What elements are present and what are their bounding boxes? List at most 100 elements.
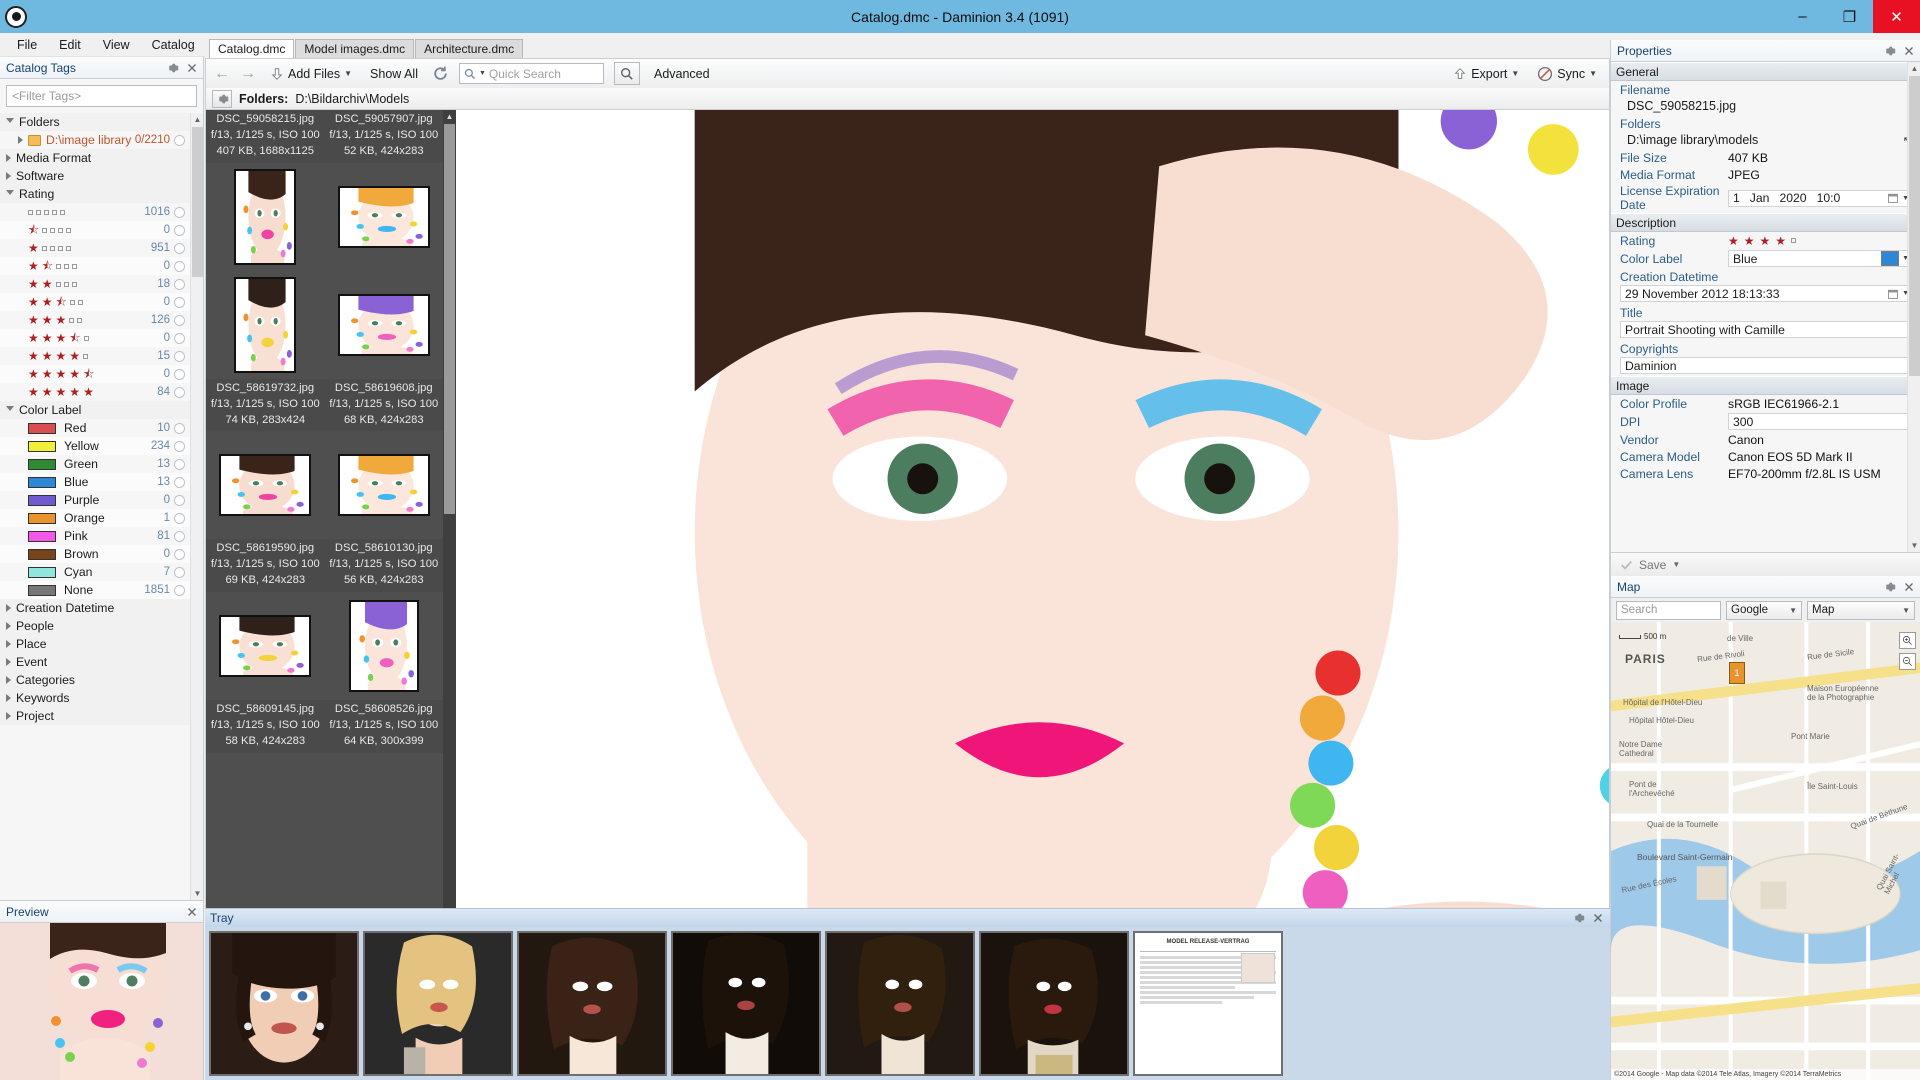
quick-search-input[interactable]: ▼ Quick Search [459,63,604,84]
thumbnail-cell[interactable] [206,271,325,379]
properties-scrollbar[interactable]: ▲ ▼ [1907,62,1920,552]
tree-section-media-format[interactable]: Media Format [0,149,190,167]
tab-model-images-dmc[interactable]: Model images.dmc [295,39,414,58]
color-label-row[interactable]: Pink81 [0,527,190,545]
gear-icon[interactable] [1571,911,1585,925]
tree-section-creation-datetime[interactable]: Creation Datetime [0,599,190,617]
close-icon[interactable] [1591,911,1605,925]
thumbnail-grid[interactable]: DSC_59058215.jpgf/13, 1/125 s, ISO 10040… [206,110,456,1039]
add-files-button[interactable]: Add Files ▼ [266,65,356,83]
tree-section-people[interactable]: People [0,617,190,635]
rating-row[interactable]: 1016 [0,203,190,221]
chevron-down-icon[interactable]: ▼ [479,70,486,77]
scroll-up-icon[interactable]: ▲ [191,113,203,126]
color-label-row[interactable]: Purple0 [0,491,190,509]
tree-item-folder[interactable]: D:\image library 0/2210 [0,131,190,149]
tree-section-project[interactable]: Project [0,707,190,725]
thumbnail-cell[interactable] [206,592,325,700]
close-icon[interactable] [1902,580,1916,594]
color-select-dot[interactable] [174,459,185,470]
gear-icon[interactable] [165,61,179,75]
rating-select-dot[interactable] [174,243,185,254]
tray-item[interactable] [825,931,975,1076]
license-date-field[interactable]: 1 Jan 2020 10:0 ▼ [1728,190,1914,207]
tab-catalog-dmc[interactable]: Catalog.dmc [209,39,294,58]
rating-select-dot[interactable] [174,315,185,326]
menu-edit[interactable]: Edit [48,36,92,54]
minimize-button[interactable]: – [1779,0,1826,33]
scroll-up-icon[interactable]: ▲ [443,110,456,123]
color-label-row[interactable]: Orange1 [0,509,190,527]
gear-icon[interactable] [1882,44,1896,58]
search-button[interactable] [614,62,640,85]
property-value[interactable]: 300 [1728,413,1914,430]
rating-row[interactable]: ★★★126 [0,311,190,329]
calendar-icon[interactable] [1887,192,1899,204]
tree-section-color-label[interactable]: Color Label [0,401,190,419]
map-search-input[interactable]: Search [1616,601,1721,620]
tray-item[interactable] [209,931,359,1076]
color-label-row[interactable]: Brown0 [0,545,190,563]
folder-settings-button[interactable] [212,90,232,108]
rating-row[interactable]: ★★⯪0 [0,293,190,311]
rating-select-dot[interactable] [174,387,185,398]
rating-row[interactable]: ★951 [0,239,190,257]
grid-scrollbar[interactable]: ▲ ▼ [443,110,456,1039]
rating-row[interactable]: ★★★★⯪0 [0,365,190,383]
calendar-icon[interactable] [1887,288,1899,300]
color-label-row[interactable]: Blue13 [0,473,190,491]
back-icon[interactable]: ← [214,65,230,83]
tray-item[interactable] [517,931,667,1076]
color-label-row[interactable]: Red10 [0,419,190,437]
color-select-dot[interactable] [174,495,185,506]
tab-architecture-dmc[interactable]: Architecture.dmc [415,39,523,58]
map-type-select[interactable]: Map ▼ [1807,601,1915,620]
export-button[interactable]: Export ▼ [1449,65,1523,83]
tree-section-event[interactable]: Event [0,653,190,671]
tags-scrollbar[interactable]: ▲ ▼ [190,113,203,900]
close-icon[interactable] [185,905,199,919]
color-select-dot[interactable] [174,513,185,524]
thumbnail-cell[interactable] [206,163,325,271]
maximize-button[interactable]: ❐ [1826,0,1873,33]
color-label-field[interactable]: Blue ▼ [1728,250,1914,267]
rating-row[interactable]: ★★18 [0,275,190,293]
sync-button[interactable]: Sync ▼ [1533,64,1601,84]
tray-item-document[interactable]: MODEL RELEASE-VERTRAG [1133,931,1283,1076]
color-label-row[interactable]: Cyan7 [0,563,190,581]
rating-select-dot[interactable] [174,369,185,380]
menu-catalog[interactable]: Catalog [141,36,206,54]
forward-icon[interactable]: → [240,65,256,83]
refresh-icon[interactable] [432,65,449,82]
scroll-down-icon[interactable]: ▼ [1908,539,1920,552]
rating-row[interactable]: ★⯪0 [0,257,190,275]
tree-section-keywords[interactable]: Keywords [0,689,190,707]
thumbnail-cell[interactable] [325,592,444,700]
menu-file[interactable]: File [6,36,48,54]
color-select-dot[interactable] [174,549,185,560]
map-marker[interactable]: 1 [1729,662,1745,684]
tree-section-place[interactable]: Place [0,635,190,653]
scroll-thumb[interactable] [192,127,203,277]
color-label-row[interactable]: Green13 [0,455,190,473]
image-viewer[interactable]: daminion Multi-user Media Management i [456,110,1609,1039]
advanced-search-button[interactable]: Advanced [650,65,714,83]
close-icon[interactable] [185,61,199,75]
color-select-dot[interactable] [174,531,185,542]
thumbnail-cell[interactable] [325,431,444,539]
rating-stars[interactable]: ★★★★ [1728,235,1796,247]
filter-tags-input[interactable]: <Filter Tags> [6,85,197,107]
scroll-thumb[interactable] [444,124,455,514]
tray-item[interactable] [671,931,821,1076]
copyrights-field[interactable]: Daminion [1620,357,1914,374]
color-select-dot[interactable] [174,423,185,434]
thumbnail-cell[interactable] [325,271,444,379]
map-canvas[interactable]: 500 m PARIS de Ville Rue de Rivoli Rue d… [1611,622,1920,1080]
thumbnail-cell[interactable] [325,163,444,271]
rating-row[interactable]: ★★★★★84 [0,383,190,401]
folder-select-dot[interactable] [174,135,185,146]
show-all-button[interactable]: Show All [366,65,422,83]
rating-select-dot[interactable] [174,351,185,362]
rating-row[interactable]: ⯪0 [0,221,190,239]
tree-section-categories[interactable]: Categories [0,671,190,689]
